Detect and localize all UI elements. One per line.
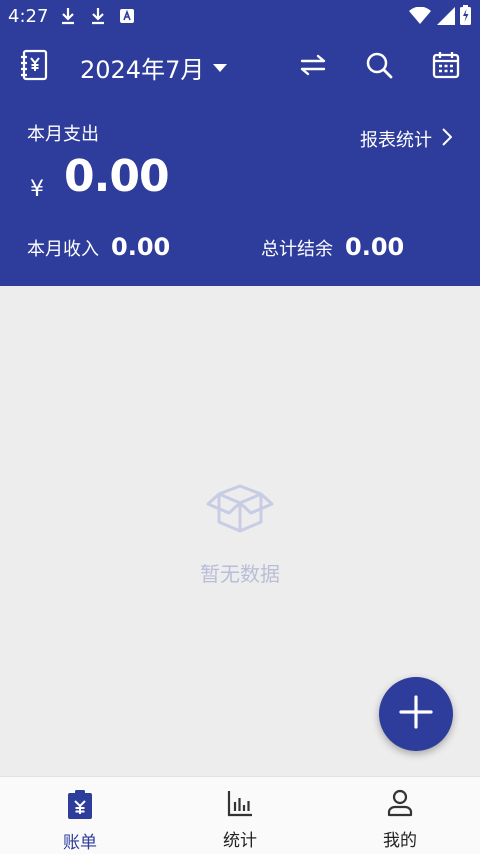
ledger-book-icon[interactable] [17,48,51,82]
month-selector[interactable]: 2024年7月 [80,50,228,85]
currency-symbol: ¥ [30,177,44,202]
report-link-label: 报表统计 [360,130,432,151]
person-icon [387,789,413,821]
nav-item-stats[interactable]: 统计 [160,777,320,854]
nav-label-bills: 账单 [63,833,97,853]
calendar-icon[interactable] [429,48,463,82]
bottom-nav: 账单 统计 我的 [0,776,480,854]
nav-item-me[interactable]: 我的 [320,777,480,854]
report-stats-link[interactable]: 报表统计 [360,126,453,152]
swap-icon[interactable] [296,48,330,82]
header: 4:27 2024年7月 本月支出 报表统计 ¥ 0.00 本月收入 0.00 … [0,0,480,286]
nav-label-stats: 统计 [223,831,257,851]
bill-icon [67,789,93,823]
nav-item-bills[interactable]: 账单 [0,777,160,854]
balance-label: 总计结余 [261,239,333,260]
add-record-button[interactable] [379,677,453,751]
expense-amount: 0.00 [64,151,170,202]
battery-icon [460,5,471,29]
plus-icon [399,695,433,733]
empty-state-text: 暂无数据 [200,562,280,586]
signal-icon [437,7,455,29]
status-bar: 4:27 [0,0,480,34]
empty-box-icon [205,482,275,538]
nav-label-me: 我的 [383,831,417,851]
income-label: 本月收入 [27,239,99,260]
search-icon[interactable] [362,48,396,82]
status-time: 4:27 [8,6,49,27]
app-notification-icon [120,8,134,27]
balance-amount: 0.00 [345,233,405,261]
wifi-icon [409,6,431,29]
income-row: 本月收入 0.00 [27,233,170,261]
caret-down-icon [212,58,228,77]
chevron-right-icon [442,128,453,150]
chart-icon [227,789,253,821]
download-icon [90,6,106,30]
expense-label: 本月支出 [27,124,99,145]
income-amount: 0.00 [111,233,171,261]
download-icon [60,6,76,30]
month-label: 2024年7月 [80,56,205,84]
balance-row: 总计结余 0.00 [261,233,404,261]
